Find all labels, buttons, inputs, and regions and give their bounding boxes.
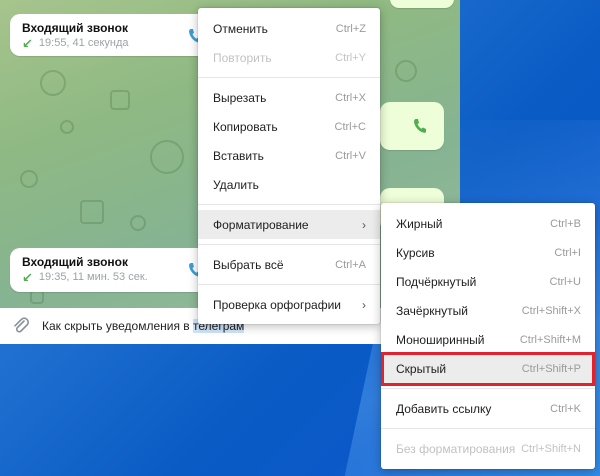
menu-separator — [198, 244, 380, 245]
menu-paste[interactable]: Вставить Ctrl+V — [198, 141, 380, 170]
pattern-doodle — [150, 140, 184, 174]
outgoing-call-message[interactable] — [380, 102, 444, 150]
call-title: Входящий звонок — [22, 255, 128, 269]
format-strikethrough[interactable]: Зачёркнутый Ctrl+Shift+X — [381, 296, 595, 325]
pattern-doodle — [110, 90, 130, 110]
menu-separator — [198, 77, 380, 78]
phone-icon[interactable] — [412, 118, 428, 134]
pattern-doodle — [80, 200, 104, 224]
menu-delete[interactable]: Удалить — [198, 170, 380, 199]
menu-select-all[interactable]: Выбрать всё Ctrl+A — [198, 250, 380, 279]
pattern-doodle — [20, 170, 38, 188]
format-clear[interactable]: Без форматирования Ctrl+Shift+N — [381, 434, 595, 463]
pattern-doodle — [40, 70, 66, 96]
menu-redo[interactable]: Повторить Ctrl+Y — [198, 43, 380, 72]
format-bold[interactable]: Жирный Ctrl+B — [381, 209, 595, 238]
highlight-box — [381, 352, 595, 386]
message-bubble-outgoing[interactable] — [390, 0, 454, 8]
menu-spellcheck[interactable]: Проверка орфографии › — [198, 290, 380, 319]
chevron-right-icon: › — [362, 217, 366, 232]
pattern-doodle — [30, 290, 44, 304]
menu-separator — [198, 284, 380, 285]
attach-clip-icon[interactable] — [10, 315, 32, 337]
format-monospace[interactable]: Моноширинный Ctrl+Shift+M — [381, 325, 595, 354]
menu-separator — [198, 204, 380, 205]
menu-cut[interactable]: Вырезать Ctrl+X — [198, 83, 380, 112]
call-meta: 19:55, 41 секунда — [38, 37, 129, 49]
format-add-link[interactable]: Добавить ссылку Ctrl+K — [381, 394, 595, 423]
incoming-call-message[interactable]: Входящий звонок ↙ 19:35, 11 мин. 53 сек. — [10, 248, 210, 292]
menu-undo[interactable]: Отменить Ctrl+Z — [198, 14, 380, 43]
chevron-right-icon: › — [362, 297, 366, 312]
incoming-arrow-icon: ↙ — [22, 270, 33, 285]
formatting-submenu: Жирный Ctrl+B Курсив Ctrl+I Подчёркнутый… — [381, 203, 595, 469]
menu-copy[interactable]: Копировать Ctrl+C — [198, 112, 380, 141]
format-underline[interactable]: Подчёркнутый Ctrl+U — [381, 267, 595, 296]
menu-separator — [381, 428, 595, 429]
incoming-arrow-icon: ↙ — [22, 36, 33, 51]
pattern-doodle — [130, 215, 146, 231]
pattern-doodle — [60, 120, 74, 134]
menu-separator — [381, 388, 595, 389]
format-italic[interactable]: Курсив Ctrl+I — [381, 238, 595, 267]
context-menu: Отменить Ctrl+Z Повторить Ctrl+Y Вырезат… — [198, 8, 380, 324]
incoming-call-message[interactable]: Входящий звонок ↙ 19:55, 41 секунда — [10, 14, 210, 56]
pattern-doodle — [395, 60, 417, 82]
menu-formatting[interactable]: Форматирование › — [198, 210, 380, 239]
call-meta: 19:35, 11 мин. 53 сек. — [38, 271, 148, 283]
call-title: Входящий звонок — [22, 21, 128, 35]
